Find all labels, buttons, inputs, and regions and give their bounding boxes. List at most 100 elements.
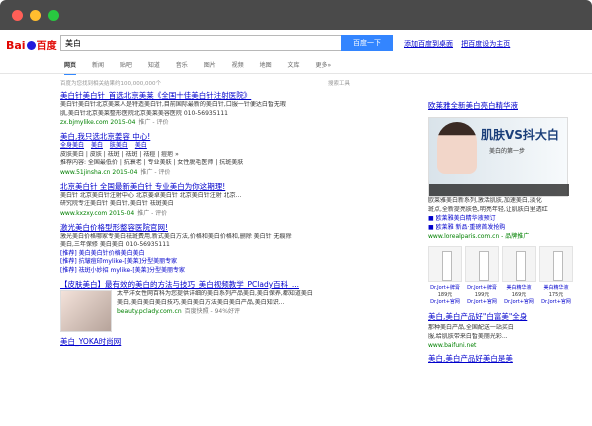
sublink[interactable]: 肤美白: [110, 142, 128, 149]
result-title[interactable]: 美白_YOKA时尚网: [60, 337, 410, 347]
tab-more[interactable]: 更多»: [315, 62, 331, 69]
tab-news[interactable]: 新闻: [92, 62, 104, 69]
product-price: 175元: [548, 292, 564, 298]
product-link[interactable]: Dr.Jort+官网: [539, 298, 573, 305]
result-extra[interactable]: 百度快照 - 94%好评: [185, 308, 240, 315]
page-content: Bai 百度 美白 百度一下 添加百度到桌面 把百度设为主页 网页 新闻 贴吧 知…: [0, 30, 592, 426]
result-title[interactable]: 美白针美白针_首选北京美莱《全国十佳美白针注射医院》: [60, 91, 410, 101]
result-sublink[interactable]: [推荐] 祛斑小妙招 mylike-[美莱]分型美丽专家: [60, 267, 410, 276]
paw-icon: [26, 41, 36, 50]
tab-wenku[interactable]: 文库: [288, 62, 300, 69]
product-link[interactable]: Dr.Jort+官网: [502, 298, 536, 305]
result-sublink[interactable]: [推荐] 美白美白针价格美白美白: [60, 250, 410, 259]
result-desc: 推荐内容: 全国最低价 | 抗衰老 | 专业美肤 | 女性脱毛医师 | 抗斑美肤: [60, 159, 244, 166]
top-links: 添加百度到桌面 把百度设为主页: [404, 39, 516, 49]
result-desc: 皮肤美白 | 皮肤 | 祛斑 | 祛斑 | 祛痘 | 痘疤 »: [60, 150, 179, 158]
product-row: Dr.Jort+牌膏 189元 Dr.Jort+官网 Dr.Jort+牌膏 19…: [428, 246, 576, 305]
result-desc: 美白针 北京美白针注射中心 北京姜卓美白针 北京美白针注射 北京...: [60, 191, 242, 199]
result-item: 北京美白针 全国最新美白针 专业美白为你这期理! 美白针 北京美白针注射中心 北…: [60, 182, 410, 218]
logo-text-cn: 百度: [36, 41, 57, 52]
set-homepage-link[interactable]: 把百度设为主页: [461, 40, 510, 48]
sidebar-ad2-desc: 服,给肌肤带来白皙美丽光彩...: [428, 332, 508, 340]
result-desc: 美白,三年保修 美白美白 010-56935111: [60, 241, 170, 248]
results-column: 百度为您找到相关结果约100,000,000个 搜索工具 美白针美白针_首选北京…: [60, 79, 410, 352]
product-image[interactable]: [428, 246, 462, 282]
product-name[interactable]: 美白精华液: [502, 284, 536, 291]
result-desc: 美白,美白美白美白技巧,美白美白方法美白美白产品,美白知识...: [117, 298, 285, 306]
sidebar-ad2-title[interactable]: 美白,美白产品好"白富美"全身: [428, 311, 576, 322]
result-extra[interactable]: 推广 - 评价: [137, 210, 167, 217]
sidebar-ad3-title[interactable]: 美白,美白产品好美白是美: [428, 353, 576, 364]
ad-banner-image[interactable]: 肌肤VS抖大白 美白的第一步: [428, 117, 569, 197]
search-button[interactable]: 百度一下: [341, 35, 393, 51]
result-item: 美白_YOKA时尚网: [60, 337, 410, 347]
product-name[interactable]: Dr.Jort+牌膏: [428, 284, 462, 291]
product-price: 199元: [474, 292, 490, 298]
result-extra[interactable]: 推广 - 评价: [140, 169, 170, 176]
ad-heading: 肌肤VS抖大白: [481, 128, 559, 142]
result-title[interactable]: 激光美白价格型形整容医院官网!: [60, 223, 410, 233]
sidebar-ad2-url: www.baifuni.net: [428, 342, 477, 349]
search-tools-button[interactable]: 搜索工具: [328, 79, 350, 91]
sidebar-ads: 欧莱雅全新美白亮白精华液 肌肤VS抖大白 美白的第一步 欧莱雅美白新系列,激活肌…: [428, 100, 576, 370]
product-link[interactable]: Dr.Jort+官网: [428, 298, 462, 305]
close-window-icon[interactable]: [12, 10, 23, 21]
result-thumbnail[interactable]: [60, 290, 112, 332]
result-title[interactable]: 北京美白针 全国最新美白针 专业美白为你这期理!: [60, 182, 410, 192]
tab-tieba[interactable]: 贴吧: [120, 62, 132, 69]
maximize-window-icon[interactable]: [48, 10, 59, 21]
model-face-image: [437, 122, 477, 174]
result-count: 百度为您找到相关结果约100,000,000个: [60, 81, 161, 87]
result-desc: 太平洋女性网百科为您提供详细的美白系列产品美白,美白保养,都知道美白: [117, 290, 313, 297]
result-url: zx.bjmylike.com 2015-04 推广 - 评价: [60, 119, 169, 126]
baidu-logo[interactable]: Bai 百度: [6, 37, 57, 52]
result-extra[interactable]: 推广 - 评价: [138, 119, 168, 126]
add-to-desktop-link[interactable]: 添加百度到桌面: [404, 40, 453, 48]
sidebar-url: www.lorealparis.com.cn - 品牌推广: [428, 233, 530, 240]
product-price: 169元: [511, 292, 527, 298]
sidebar-desc: 欧莱雅美白新系列,激活肌肤,加速美白,淡化: [428, 197, 542, 204]
result-url: www.51jinsha.cn 2015-04 推广 - 评价: [60, 168, 171, 176]
result-stats: 百度为您找到相关结果约100,000,000个 搜索工具: [60, 79, 350, 91]
result-title[interactable]: 【皮肤美白】最有效的美白的方法与技巧_美白视频教学_PClady百科_...: [60, 280, 410, 290]
sidebar-desc: 斑点,全新提亮肤色,明亮年轻,让肌肤白里透红: [428, 205, 548, 213]
product-card[interactable]: Dr.Jort+牌膏 189元 Dr.Jort+官网: [428, 246, 462, 305]
sublink[interactable]: 全身美白: [60, 142, 84, 149]
product-image[interactable]: [502, 246, 536, 282]
result-url: beauty.pclady.com.cn 百度快照 - 94%好评: [117, 308, 240, 315]
window-titlebar: [0, 0, 592, 30]
result-url: www.kxzxy.com 2015-04 推广 - 评价: [60, 209, 168, 217]
product-name[interactable]: Dr.Jort+牌膏: [465, 284, 499, 291]
product-card[interactable]: 美白精华液 169元 Dr.Jort+官网: [502, 246, 536, 305]
sidebar-ad-title[interactable]: 欧莱雅全新美白亮白精华液: [428, 100, 576, 111]
product-name[interactable]: 美白精华液: [539, 284, 573, 291]
tab-divider: [0, 73, 592, 74]
tab-video[interactable]: 视频: [232, 62, 244, 69]
tab-music[interactable]: 音乐: [176, 62, 188, 69]
logo-text-bai: Bai: [6, 39, 26, 52]
tab-map[interactable]: 地图: [260, 62, 272, 69]
result-desc: 激光美白价格哪家专美白祛斑费用,新式美白方法,价格和美白价格和,删除 美白针 无…: [60, 232, 292, 240]
sidebar-link[interactable]: ■ 欧莱雅美白精华液预订: [428, 214, 576, 223]
sidebar-link[interactable]: ■ 欧莱雅 新品·重磅首发抢购: [428, 223, 576, 232]
sublink[interactable]: 美白: [135, 142, 147, 149]
search-tabs: 网页 新闻 贴吧 知道 音乐 图片 视频 地图 文库 更多»: [64, 60, 345, 75]
product-image[interactable]: [539, 246, 573, 282]
result-desc: 研究院专注美白针 美白针,美白针 祛斑美白: [60, 200, 174, 207]
minimize-window-icon[interactable]: [30, 10, 41, 21]
sidebar-ad2-desc: 那种美白产品,全国配送一站买白: [428, 324, 514, 331]
sublink[interactable]: 美白: [91, 142, 103, 149]
browser-window: Bai 百度 美白 百度一下 添加百度到桌面 把百度设为主页 网页 新闻 贴吧 知…: [0, 0, 592, 426]
result-title[interactable]: 美白,我只选北京姜容 中心!: [60, 132, 410, 142]
tab-zhidao[interactable]: 知道: [148, 62, 160, 69]
product-link[interactable]: Dr.Jort+官网: [465, 298, 499, 305]
search-input[interactable]: 美白: [60, 35, 341, 51]
product-card[interactable]: 美白精华液 175元 Dr.Jort+官网: [539, 246, 573, 305]
tab-images[interactable]: 图片: [204, 62, 216, 69]
product-image[interactable]: [465, 246, 499, 282]
result-desc: 美白针美白针北京美莱人是特造美白针,目前国际最新的美白针,口服一针便达白皙无瑕: [60, 101, 286, 108]
product-card[interactable]: Dr.Jort+牌膏 199元 Dr.Jort+官网: [465, 246, 499, 305]
result-sublink[interactable]: [推荐] 抗皱痘印mylike-[美莱]分型美丽专家: [60, 258, 410, 267]
result-body: 太平洋女性网百科为您提供详细的美白系列产品美白,美白保养,都知道美白 美白,美白…: [60, 290, 410, 332]
ad-carousel-bar[interactable]: [429, 184, 569, 196]
